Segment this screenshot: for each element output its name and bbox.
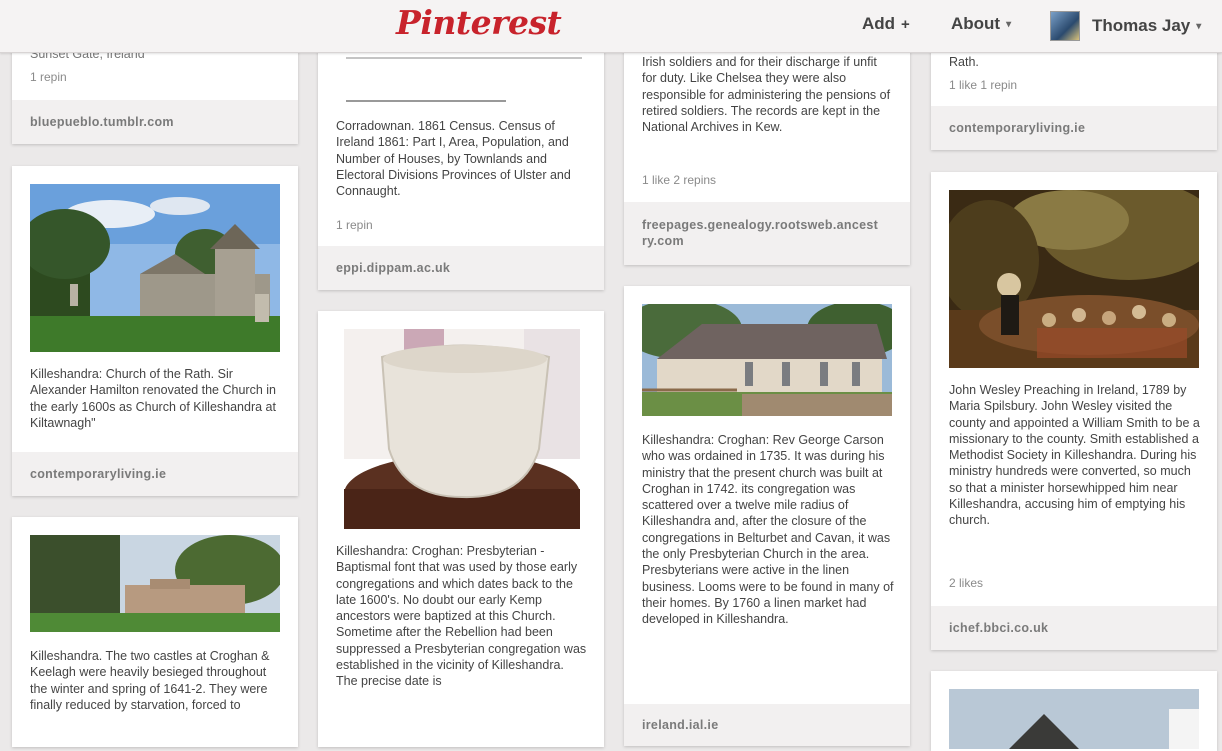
pin-card[interactable]: Killeshandra: Croghan: Presbyterian - Ba… xyxy=(318,311,604,747)
pin-description: Killeshandra: Croghan: Rev George Carson… xyxy=(642,433,894,627)
top-nav-bar: Pinterest Add + About ▾ Thomas Jay ▾ xyxy=(0,0,1222,53)
pin-source-link[interactable]: ireland.ial.ie xyxy=(624,704,910,746)
pin-stats: 1 like 2 repins xyxy=(642,173,717,187)
pin-card[interactable]: John Wesley Preaching in Ireland, 1789 b… xyxy=(931,172,1217,650)
pin-description: Corradownan. 1861 Census. Census of Irel… xyxy=(336,119,571,199)
pin-image[interactable] xyxy=(642,304,892,416)
pin-stats: 1 repin xyxy=(30,70,67,84)
pin-description: Killeshandra. The two castles at Croghan… xyxy=(30,649,270,712)
pin-source-link[interactable]: bluepueblo.tumblr.com xyxy=(12,100,298,144)
pin-source-link[interactable]: contemporaryliving.ie xyxy=(931,106,1217,150)
pin-description: Rath. xyxy=(949,55,979,69)
user-name: Thomas Jay xyxy=(1092,16,1191,35)
pin-source-link[interactable]: freepages.genealogy.rootsweb.ancestry.co… xyxy=(624,202,910,265)
pin-card[interactable] xyxy=(931,671,1217,751)
pin-stats: 1 repin xyxy=(336,218,373,232)
pin-card[interactable]: Killeshandra. The two castles at Croghan… xyxy=(12,517,298,747)
pin-description: Killeshandra: Church of the Rath. Sir Al… xyxy=(30,367,276,430)
pin-image[interactable] xyxy=(344,329,580,529)
pin-image[interactable] xyxy=(949,190,1199,368)
pin-card[interactable]: Killeshandra: Croghan: Rev George Carson… xyxy=(624,286,910,746)
plus-icon: + xyxy=(901,15,910,33)
pin-source-link[interactable]: contemporaryliving.ie xyxy=(12,452,298,496)
pin-card[interactable]: Irish soldiers and for their discharge i… xyxy=(624,20,910,265)
about-label: About xyxy=(951,14,1001,33)
pinterest-logo[interactable]: Pinterest xyxy=(396,3,562,42)
pin-description: John Wesley Preaching in Ireland, 1789 b… xyxy=(949,383,1200,528)
pin-image[interactable] xyxy=(949,689,1199,749)
pin-image[interactable] xyxy=(30,184,280,352)
pin-image[interactable] xyxy=(30,535,280,632)
chevron-down-icon: ▾ xyxy=(1006,18,1012,30)
pin-source-link[interactable]: ichef.bbci.co.uk xyxy=(931,606,1217,650)
pin-stats: 2 likes xyxy=(949,576,984,590)
pin-description: Irish soldiers and for their discharge i… xyxy=(642,55,891,135)
pin-card[interactable]: Killeshandra: Church of the Rath. Sir Al… xyxy=(12,166,298,496)
user-menu[interactable]: Thomas Jay ▾ xyxy=(1050,11,1201,41)
pin-source-link[interactable]: eppi.dippam.ac.uk xyxy=(318,246,604,290)
pin-card[interactable]: Corradownan. 1861 Census. Census of Irel… xyxy=(318,20,604,290)
add-menu[interactable]: Add + xyxy=(862,14,910,34)
about-menu[interactable]: About ▾ xyxy=(951,14,1011,34)
pin-stats: 1 like 1 repin xyxy=(949,78,1018,92)
add-label: Add xyxy=(862,14,896,33)
chevron-down-icon: ▾ xyxy=(1196,20,1202,32)
pin-description: Killeshandra: Croghan: Presbyterian - Ba… xyxy=(336,544,587,689)
avatar xyxy=(1050,11,1080,41)
